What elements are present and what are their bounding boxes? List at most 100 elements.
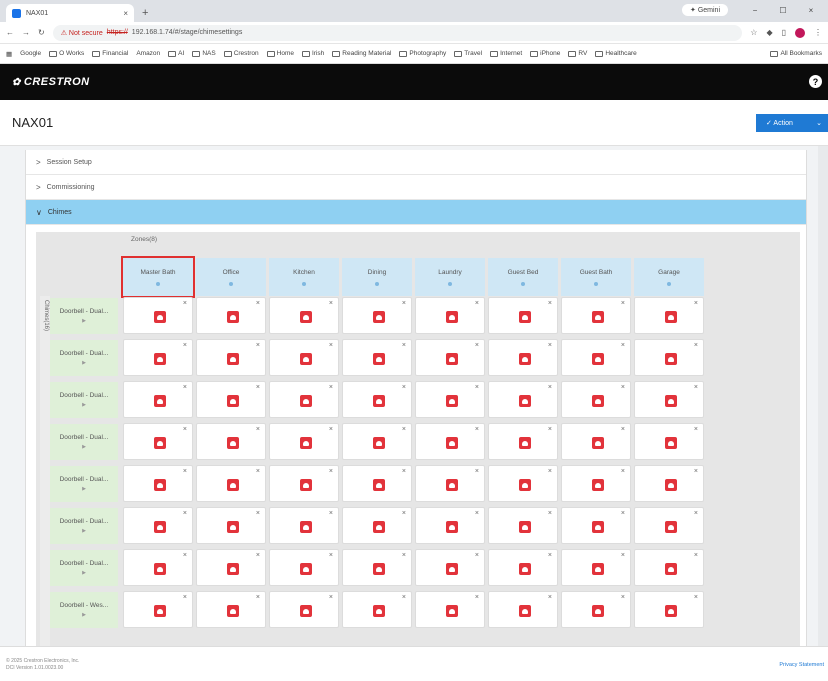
chime-zone-cell[interactable]: × [123,591,193,628]
remove-chime-icon[interactable]: × [621,468,625,475]
chime-zone-cell[interactable]: × [269,591,339,628]
chime-zone-cell[interactable]: × [269,549,339,586]
chime-bell-button[interactable] [373,563,385,575]
chime-zone-cell[interactable]: × [634,507,704,544]
remove-chime-icon[interactable]: × [256,552,260,559]
chime-bell-button[interactable] [300,479,312,491]
remove-chime-icon[interactable]: × [694,552,698,559]
chime-zone-cell[interactable]: × [488,549,558,586]
chime-zone-cell[interactable]: × [634,339,704,376]
bookmark-item[interactable]: iPhone [530,50,560,57]
remove-chime-icon[interactable]: × [183,342,187,349]
remove-chime-icon[interactable]: × [548,300,552,307]
chime-bell-button[interactable] [227,521,239,533]
chime-bell-button[interactable] [519,605,531,617]
remove-chime-icon[interactable]: × [329,342,333,349]
chime-bell-button[interactable] [154,605,166,617]
play-icon[interactable]: ▶ [82,612,86,618]
remove-chime-icon[interactable]: × [548,552,552,559]
chime-zone-cell[interactable]: × [196,591,266,628]
bookmark-item[interactable]: Crestron [223,50,259,57]
chime-zone-cell[interactable]: × [561,465,631,502]
chime-zone-cell[interactable]: × [342,465,412,502]
reload-icon[interactable]: ↻ [38,28,45,37]
chime-bell-button[interactable] [446,605,458,617]
chime-bell-button[interactable] [665,605,677,617]
chime-zone-cell[interactable]: × [269,381,339,418]
chime-bell-button[interactable] [154,437,166,449]
bookmark-item[interactable]: Google [20,50,41,57]
bookmark-item[interactable]: Travel [454,50,482,57]
remove-chime-icon[interactable]: × [694,300,698,307]
chime-bell-button[interactable] [154,395,166,407]
play-icon[interactable]: ▶ [82,528,86,534]
extension-icon[interactable]: ◆ [766,28,772,38]
chime-zone-cell[interactable]: × [415,339,485,376]
accordion-chimes[interactable]: ∨ Chimes [26,200,806,225]
chime-zone-cell[interactable]: × [342,507,412,544]
chime-zone-cell[interactable]: × [196,465,266,502]
chime-zone-cell[interactable]: × [123,423,193,460]
minimize-button[interactable]: − [744,6,766,15]
help-icon[interactable]: ? [809,75,822,88]
bookmark-item[interactable]: Reading Material [332,50,391,57]
remove-chime-icon[interactable]: × [548,384,552,391]
chime-zone-cell[interactable]: × [196,507,266,544]
chime-bell-button[interactable] [592,395,604,407]
url-field[interactable]: ⚠ Not secure https://192.168.1.74/#/stag… [52,24,743,41]
remove-chime-icon[interactable]: × [621,510,625,517]
bookmark-item[interactable]: NAS [192,50,216,57]
remove-chime-icon[interactable]: × [475,384,479,391]
all-bookmarks[interactable]: All Bookmarks [770,50,822,57]
chime-bell-button[interactable] [592,605,604,617]
zone-column-header[interactable]: Guest Bath [561,258,631,296]
zone-column-header[interactable]: Laundry [415,258,485,296]
zone-column-header[interactable]: Office [196,258,266,296]
chime-bell-button[interactable] [373,521,385,533]
chime-zone-cell[interactable]: × [488,381,558,418]
chime-bell-button[interactable] [665,521,677,533]
chime-bell-button[interactable] [519,479,531,491]
chime-zone-cell[interactable]: × [634,465,704,502]
chime-bell-button[interactable] [592,479,604,491]
bookmark-item[interactable]: Home [266,50,294,57]
remove-chime-icon[interactable]: × [402,426,406,433]
remove-chime-icon[interactable]: × [256,468,260,475]
chime-bell-button[interactable] [519,353,531,365]
play-icon[interactable]: ▶ [82,444,86,450]
not-secure-badge[interactable]: ⚠ Not secure [61,29,103,37]
chime-bell-button[interactable] [519,437,531,449]
bookmark-item[interactable]: Healthcare [595,50,637,57]
chime-bell-button[interactable] [373,437,385,449]
chime-zone-cell[interactable]: × [269,465,339,502]
bookmark-item[interactable]: RV [568,50,587,57]
play-icon[interactable]: ▶ [82,318,86,324]
zone-column-header[interactable]: Master Bath [121,256,195,298]
remove-chime-icon[interactable]: × [621,426,625,433]
remove-chime-icon[interactable]: × [621,342,625,349]
menu-icon[interactable]: ⋮ [814,28,822,38]
accordion-session-setup[interactable]: > Session Setup [26,150,806,175]
remove-chime-icon[interactable]: × [548,342,552,349]
chime-bell-button[interactable] [300,395,312,407]
remove-chime-icon[interactable]: × [183,510,187,517]
chime-bell-button[interactable] [227,395,239,407]
chime-bell-button[interactable] [665,353,677,365]
apps-icon[interactable]: ▦ [6,50,12,58]
chime-zone-cell[interactable]: × [415,465,485,502]
chime-bell-button[interactable] [227,311,239,323]
chime-bell-button[interactable] [154,311,166,323]
chime-bell-button[interactable] [665,437,677,449]
remove-chime-icon[interactable]: × [621,552,625,559]
bookmark-item[interactable]: Amazon [136,50,160,57]
remove-chime-icon[interactable]: × [694,342,698,349]
play-icon[interactable]: ▶ [82,402,86,408]
chime-bell-button[interactable] [446,479,458,491]
chime-bell-button[interactable] [592,521,604,533]
chime-bell-button[interactable] [446,353,458,365]
play-icon[interactable]: ▶ [82,570,86,576]
remove-chime-icon[interactable]: × [402,384,406,391]
remove-chime-icon[interactable]: × [183,594,187,601]
chime-zone-cell[interactable]: × [488,339,558,376]
chime-bell-button[interactable] [300,311,312,323]
